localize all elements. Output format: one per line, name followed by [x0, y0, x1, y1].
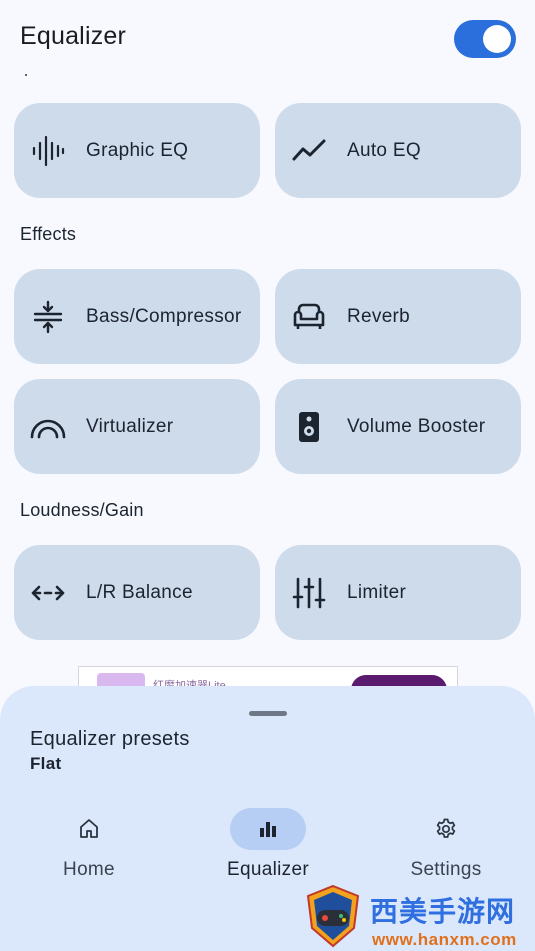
drag-handle[interactable]	[249, 711, 287, 716]
nav-equalizer[interactable]: Equalizer	[193, 806, 343, 886]
armchair-icon	[291, 299, 327, 335]
section-heading-effects: Effects	[20, 224, 77, 244]
nav-equalizer-label: Equalizer	[227, 859, 309, 880]
section-heading-loudness: Loudness/Gain	[20, 500, 144, 520]
watermark-site-name: 西美手游网	[370, 895, 516, 928]
nav-home[interactable]: Home	[14, 806, 164, 886]
page-title: Equalizer	[20, 22, 127, 50]
gear-icon	[408, 808, 484, 850]
graphic-eq-button[interactable]: Graphic EQ	[14, 103, 260, 198]
presets-current-value[interactable]: Flat	[30, 754, 61, 774]
decorative-dot	[25, 74, 27, 76]
virtualizer-button[interactable]: Virtualizer	[14, 379, 260, 474]
auto-eq-button[interactable]: Auto EQ	[275, 103, 521, 198]
limiter-button[interactable]: Limiter	[275, 545, 521, 640]
waveform-icon	[30, 133, 66, 169]
arrows-left-right-icon	[30, 575, 66, 611]
volume-booster-button[interactable]: Volume Booster	[275, 379, 521, 474]
bass-compressor-button[interactable]: Bass/Compressor	[14, 269, 260, 364]
graphic-eq-label: Graphic EQ	[86, 139, 189, 161]
arc-icon	[30, 409, 66, 445]
limiter-label: Limiter	[347, 581, 407, 603]
auto-eq-label: Auto EQ	[347, 139, 421, 161]
presets-title[interactable]: Equalizer presets	[30, 728, 190, 751]
nav-home-label: Home	[63, 859, 115, 880]
lr-balance-label: L/R Balance	[86, 581, 193, 603]
lr-balance-button[interactable]: L/R Balance	[14, 545, 260, 640]
reverb-label: Reverb	[347, 305, 411, 327]
gamepad-shield-logo	[304, 884, 362, 948]
bass-compressor-label: Bass/Compressor	[86, 305, 242, 327]
top-app-bar: Equalizer	[0, 0, 535, 80]
nav-settings-label: Settings	[410, 859, 482, 880]
bar-chart-icon	[230, 808, 306, 850]
watermark-url: www.hanxm.com	[372, 930, 517, 949]
equalizer-enable-toggle[interactable]	[454, 20, 516, 58]
home-icon	[51, 808, 127, 850]
virtualizer-label: Virtualizer	[86, 415, 174, 437]
speaker-icon	[291, 409, 327, 445]
site-watermark: 西美手游网 www.hanxm.com	[300, 884, 535, 951]
compress-icon	[30, 299, 66, 335]
volume-booster-label: Volume Booster	[347, 415, 486, 437]
nav-settings[interactable]: Settings	[371, 806, 521, 886]
trend-line-icon	[291, 133, 327, 169]
toggle-knob	[483, 25, 511, 53]
reverb-button[interactable]: Reverb	[275, 269, 521, 364]
sliders-icon	[291, 575, 327, 611]
